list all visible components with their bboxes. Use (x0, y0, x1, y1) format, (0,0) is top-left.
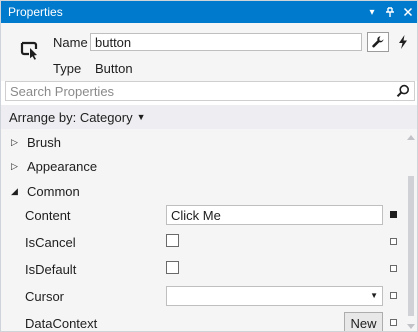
scroll-up-icon[interactable] (407, 135, 415, 140)
advanced-options-marker-icon[interactable] (390, 319, 397, 326)
isdefault-checkbox[interactable] (166, 261, 179, 274)
chevron-down-icon: ▼ (136, 112, 146, 122)
expand-triangle-icon: ▷ (11, 136, 18, 147)
category-label: Appearance (27, 158, 98, 174)
advanced-options-marker-icon[interactable] (390, 238, 397, 245)
property-row-iscancel: IsCancel (1, 229, 405, 256)
pin-icon[interactable] (381, 1, 399, 23)
property-row-content: Content (1, 202, 405, 229)
search-icon[interactable] (396, 84, 410, 101)
arrange-by-label: Arrange by: Category (9, 109, 133, 125)
panel-title: Properties (8, 5, 63, 19)
name-label: Name (53, 35, 88, 50)
scrollbar-thumb[interactable] (408, 176, 414, 316)
advanced-options-marker-icon[interactable] (390, 292, 397, 299)
advanced-options-marker-icon[interactable] (390, 211, 397, 218)
type-label: Type (53, 61, 82, 76)
category-label: Brush (27, 134, 61, 150)
expand-triangle-icon: ▷ (11, 160, 18, 171)
properties-panel: Properties ▾ Name Type (0, 0, 418, 332)
property-row-datacontext: DataContext New (1, 310, 405, 331)
title-bar: Properties ▾ (1, 1, 417, 23)
cursor-select-icon (19, 39, 41, 61)
iscancel-checkbox[interactable] (166, 234, 179, 247)
property-name: IsCancel (25, 235, 76, 250)
window-dropdown-icon[interactable]: ▾ (363, 1, 381, 23)
category-common[interactable]: ◢ Common (1, 180, 80, 202)
property-row-isdefault: IsDefault (1, 256, 405, 283)
type-value: Button (95, 61, 133, 76)
property-name: DataContext (25, 316, 98, 331)
property-row-cursor: Cursor ▼ (1, 283, 405, 310)
search-input[interactable] (6, 82, 384, 100)
property-list: ▷ Brush ▷ Appearance ◢ Common Content Is… (1, 129, 405, 331)
close-icon[interactable] (399, 1, 417, 23)
collapse-triangle-icon: ◢ (11, 185, 18, 196)
category-label: Common (27, 183, 80, 199)
events-button[interactable] (393, 32, 413, 52)
name-input[interactable] (90, 33, 362, 51)
scroll-down-icon[interactable] (407, 324, 415, 329)
lightning-icon (399, 35, 407, 49)
content-value-input[interactable] (166, 205, 383, 225)
property-name: IsDefault (25, 262, 77, 277)
category-appearance[interactable]: ▷ Appearance (1, 155, 97, 177)
arrange-by-dropdown[interactable]: Arrange by: Category ▼ (1, 105, 417, 129)
advanced-options-marker-icon[interactable] (390, 265, 397, 272)
new-datacontext-button[interactable]: New (344, 312, 383, 331)
property-name: Cursor (25, 289, 65, 304)
selected-element-header: Name Type Button (1, 23, 417, 81)
vertical-scrollbar[interactable] (405, 129, 417, 331)
category-brush[interactable]: ▷ Brush (1, 131, 61, 153)
properties-wrench-button[interactable] (367, 32, 389, 52)
chevron-down-icon: ▼ (370, 291, 378, 300)
wrench-icon (372, 36, 384, 48)
search-box[interactable] (5, 81, 415, 101)
property-name: Content (25, 208, 71, 223)
cursor-select[interactable]: ▼ (166, 286, 383, 306)
